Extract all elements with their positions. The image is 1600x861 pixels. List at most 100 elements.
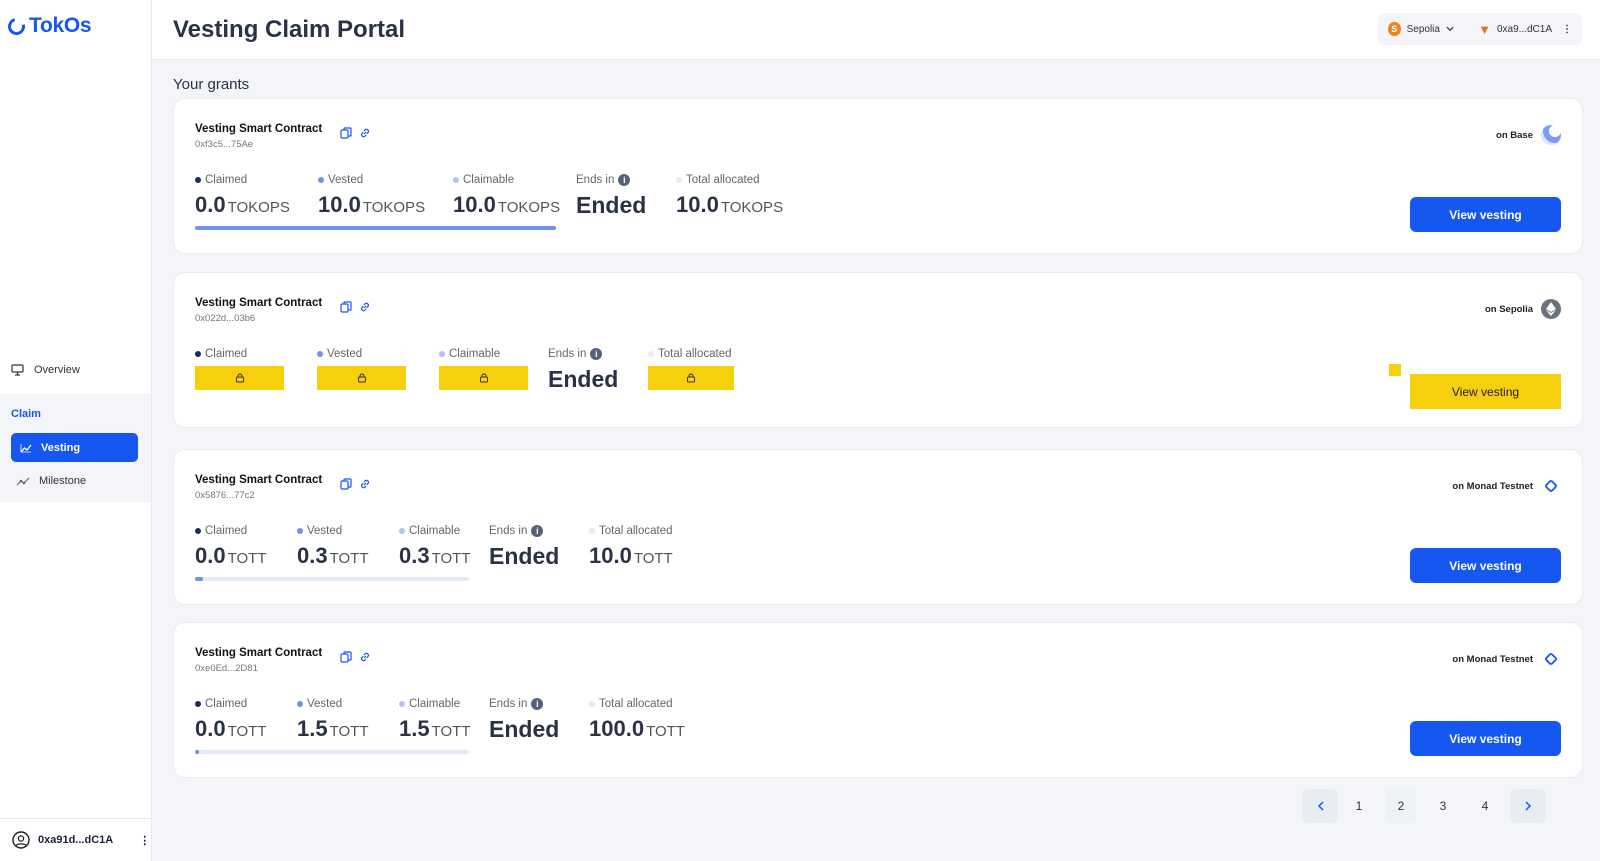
chart-line-icon — [20, 443, 32, 452]
stat-value: 0.3 — [297, 543, 328, 568]
lock-icon — [357, 373, 366, 383]
stat-label: Vested — [307, 698, 343, 710]
info-icon[interactable]: i — [618, 174, 631, 186]
more-vertical-icon[interactable]: ⋮ — [1562, 24, 1572, 35]
more-vertical-icon[interactable]: ⋮ — [139, 834, 150, 847]
stat-unit: TOTT — [329, 723, 369, 740]
stat-unit: TOKOPS — [497, 199, 561, 216]
stat-label: Total allocated — [599, 525, 673, 537]
section-title: Your grants — [173, 76, 250, 93]
stat-unit: TOKOPS — [720, 199, 784, 216]
view-vesting-button[interactable]: View vesting — [1410, 374, 1561, 409]
metamask-fox-icon: ▼ — [1478, 21, 1491, 37]
vesting-progress-bar — [195, 226, 556, 230]
stat-label: Total allocated — [686, 174, 760, 186]
sidebar-group-label: Claim — [11, 408, 41, 420]
stat-value: 100.0 — [589, 716, 645, 741]
stat-label: Ends in — [489, 698, 528, 710]
sidebar-item-vesting[interactable]: Vesting — [11, 433, 138, 462]
chain-label: on Monad Testnet — [1452, 653, 1533, 665]
stat-claimable: Claimable 0.3 TOTT — [399, 525, 470, 569]
stat-value: 1.5 — [297, 716, 328, 741]
stat-unit: TOTT — [431, 550, 471, 567]
sidebar-item-overview[interactable]: Overview — [11, 364, 80, 376]
grant-card: Vesting Smart Contract 0x022d...03b6 on … — [173, 272, 1583, 428]
account-menu[interactable]: 0xa91d...dC1A ⋮ — [0, 818, 151, 861]
stat-value: 0.0 — [195, 716, 226, 741]
stat-label: Claimed — [205, 348, 248, 360]
stat-unit: TOTT — [227, 550, 267, 567]
sidebar-item-milestone[interactable]: Milestone — [16, 475, 86, 487]
stat-total-allocated: Total allocated 10.0 TOKOPS — [676, 174, 783, 218]
contract-title: Vesting Smart Contract — [195, 123, 323, 135]
wallet-address[interactable]: 0xa9...dC1A — [1497, 24, 1552, 35]
chevron-left-icon — [1317, 801, 1324, 811]
stat-value: 0.0 — [195, 192, 226, 217]
stat-value: 1.5 — [399, 716, 430, 741]
sidebar-item-label: Overview — [34, 364, 80, 376]
page-2-button[interactable]: 2 — [1386, 789, 1416, 823]
wallet-network-pill: S Sepolia ▼ 0xa9...dC1A ⋮ — [1378, 13, 1582, 45]
info-icon[interactable]: i — [531, 525, 544, 537]
chain-label: on Monad Testnet — [1452, 480, 1533, 492]
contract-title: Vesting Smart Contract — [195, 647, 323, 659]
chain-badge: on Sepolia — [1485, 299, 1561, 319]
stat-claimable: Claimable — [439, 348, 528, 390]
info-icon[interactable]: i — [531, 698, 544, 710]
chain-badge: on Monad Testnet — [1452, 476, 1561, 496]
chain-badge: on Base — [1496, 125, 1561, 145]
stat-value: 10.0 — [676, 192, 719, 217]
copy-icon[interactable] — [340, 651, 352, 663]
stat-value: 10.0 — [589, 543, 632, 568]
locked-value — [439, 366, 528, 390]
link-icon[interactable] — [359, 651, 371, 663]
lock-icon — [235, 373, 244, 383]
page-1-button[interactable]: 1 — [1338, 789, 1380, 823]
top-header: Vesting Claim Portal S Sepolia ▼ 0xa9...… — [152, 0, 1600, 60]
logo-icon — [4, 14, 29, 38]
sidebar-group-claim: Claim Vesting Milestone — [0, 394, 151, 502]
logo[interactable]: TokOs — [4, 14, 92, 38]
stat-value: Ended — [489, 543, 560, 569]
stat-total-allocated: Total allocated 10.0 TOTT — [589, 525, 673, 569]
stat-ends-in: Ends in i Ended — [548, 348, 618, 393]
stat-label: Ends in — [576, 174, 615, 186]
stat-unit: TOTT — [329, 550, 369, 567]
brand-name: TokOs — [29, 14, 92, 37]
vesting-progress-bar — [195, 750, 469, 754]
prev-page-button[interactable] — [1302, 789, 1338, 823]
view-vesting-button[interactable]: View vesting — [1410, 197, 1561, 232]
view-vesting-button[interactable]: View vesting — [1410, 721, 1561, 756]
chevron-down-icon[interactable] — [1446, 26, 1454, 32]
copy-icon[interactable] — [340, 127, 352, 139]
grant-card: Vesting Smart Contract 0xf3c5...75Ae on … — [173, 98, 1583, 254]
stat-unit: TOTT — [227, 723, 267, 740]
page-4-button[interactable]: 4 — [1464, 789, 1506, 823]
contract-address: 0x022d...03b6 — [195, 313, 256, 324]
chain-label: on Sepolia — [1484, 303, 1533, 315]
link-icon[interactable] — [359, 301, 371, 313]
copy-icon[interactable] — [340, 478, 352, 490]
page-3-button[interactable]: 3 — [1422, 789, 1464, 823]
info-icon[interactable]: i — [590, 348, 603, 360]
view-vesting-button[interactable]: View vesting — [1410, 548, 1561, 583]
link-icon[interactable] — [359, 478, 371, 490]
stat-value: Ended — [489, 716, 560, 742]
stat-value: Ended — [548, 366, 619, 392]
monad-icon — [1541, 649, 1561, 669]
stat-label: Claimable — [409, 525, 461, 537]
stat-value: 0.3 — [399, 543, 430, 568]
link-icon[interactable] — [359, 127, 371, 139]
stat-claimed: Claimed — [195, 348, 284, 390]
stat-label: Ends in — [489, 525, 528, 537]
stat-ends-in: Ends in i Ended — [489, 525, 559, 570]
network-selector[interactable]: Sepolia — [1407, 24, 1440, 35]
stat-label: Total allocated — [658, 348, 732, 360]
next-page-button[interactable] — [1510, 789, 1546, 823]
contract-title: Vesting Smart Contract — [195, 474, 323, 486]
stat-label: Ends in — [548, 348, 587, 360]
copy-icon[interactable] — [340, 301, 352, 313]
chevron-right-icon — [1524, 801, 1531, 811]
stat-claimed: Claimed 0.0 TOTT — [195, 698, 266, 742]
stat-vested: Vested 0.3 TOTT — [297, 525, 368, 569]
